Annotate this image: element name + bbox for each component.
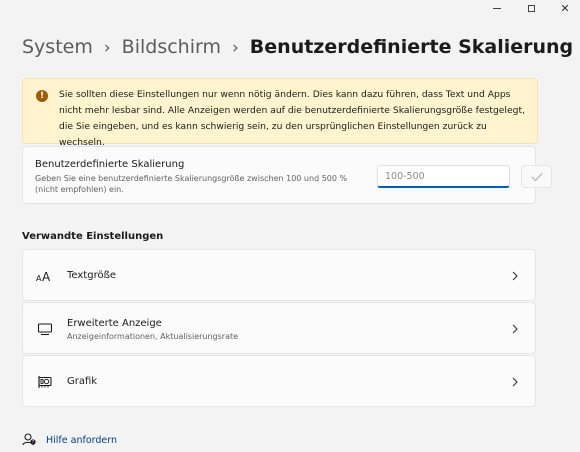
related-item-sublabel: Anzeigeinformationen, Aktualisierungsrat… [67,332,239,341]
maximize-button[interactable] [514,0,548,16]
svg-text:A: A [42,270,51,283]
scaling-input[interactable] [377,165,510,188]
related-item-label: Textgröße [67,270,117,281]
help-label: Hilfe anfordern [46,435,118,446]
related-settings-heading: Verwandte Einstellungen [22,231,164,242]
warning-text: Sie sollten diese Einstellungen nur wenn… [59,89,525,148]
related-item-text-size[interactable]: A A Textgröße [22,249,536,301]
apply-button[interactable] [521,165,552,188]
checkmark-icon [531,172,542,181]
text-size-icon: A A [36,268,54,284]
page-title: Benutzerdefinierte Skalierung [249,36,574,58]
chevron-right-icon [509,374,521,390]
custom-scaling-title: Benutzerdefinierte Skalierung [35,159,185,170]
warning-banner: ! Sie sollten diese Einstellungen nur we… [22,78,538,148]
warning-icon: ! [36,90,48,102]
maximize-icon [527,4,535,12]
chevron-right-icon [509,321,521,337]
help-link[interactable]: ? Hilfe anfordern [22,431,117,450]
breadcrumb-display[interactable]: Bildschirm [122,36,221,58]
minimize-button[interactable] [480,0,514,16]
breadcrumb-separator: › [103,38,111,58]
breadcrumb-system[interactable]: System [22,36,93,58]
related-item-label: Grafik [67,376,98,387]
custom-scaling-card: Benutzerdefinierte Skalierung Geben Sie … [22,146,552,204]
related-item-graphics[interactable]: Grafik [22,355,536,407]
monitor-icon [36,321,54,337]
custom-scaling-description: Geben Sie eine benutzerdefinierte Skalie… [35,174,348,194]
help-person-icon: ? [22,431,36,450]
breadcrumb-separator: › [231,38,239,58]
close-button[interactable]: ✕ [548,0,580,16]
close-icon: ✕ [560,1,570,15]
minimize-icon [493,7,501,9]
graphics-card-icon [36,374,54,390]
related-item-label: Erweiterte Anzeige [67,318,162,329]
title-bar: ✕ [0,0,580,16]
related-item-advanced-display[interactable]: Erweiterte Anzeige Anzeigeinformationen,… [22,302,536,354]
chevron-right-icon [509,268,521,284]
breadcrumb: System › Bildschirm › Benutzerdefinierte… [22,36,573,58]
